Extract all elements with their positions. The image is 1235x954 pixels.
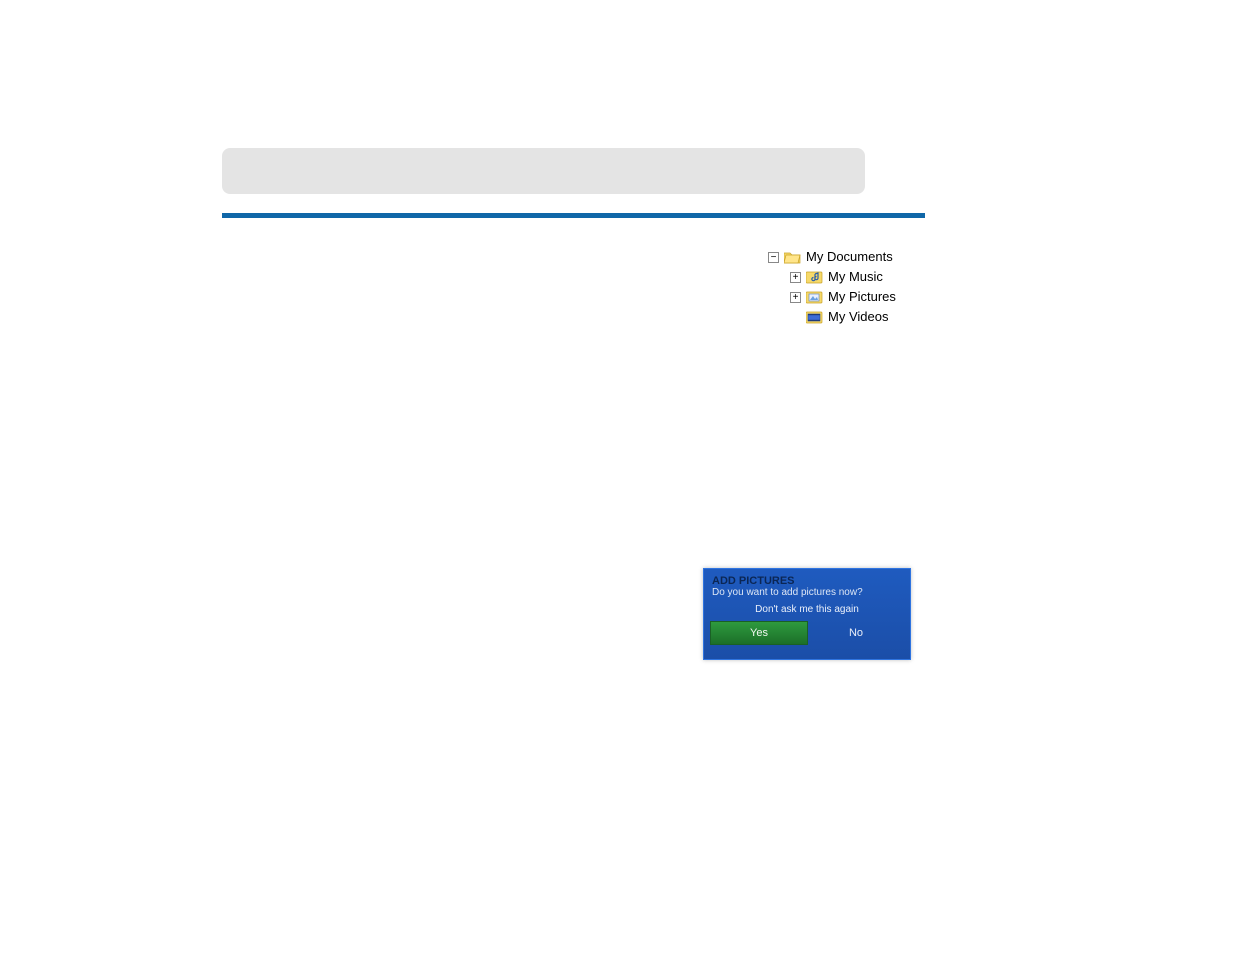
add-pictures-dialog: ADD PICTURES Do you want to add pictures… <box>703 568 911 660</box>
tree-label: My Videos <box>828 307 888 327</box>
dialog-subtitle: Do you want to add pictures now? <box>704 587 910 598</box>
music-folder-icon <box>806 270 823 284</box>
tree-label: My Music <box>828 267 883 287</box>
grey-bar <box>222 148 865 194</box>
dialog-buttons: Yes No <box>710 621 904 645</box>
tree-node-my-pictures[interactable]: + My Pictures <box>790 287 896 307</box>
expander-icon[interactable]: + <box>790 272 801 283</box>
videos-folder-icon <box>806 310 823 324</box>
expander-icon[interactable]: − <box>768 252 779 263</box>
tree-node-my-music[interactable]: + My Music <box>790 267 896 287</box>
tree-node-my-documents[interactable]: − My Documents <box>768 247 896 267</box>
folder-tree: − My Documents + My Music + <box>768 247 896 327</box>
expander-spacer <box>790 312 801 323</box>
yes-button[interactable]: Yes <box>710 621 808 645</box>
dont-ask-again-checkbox[interactable]: Don't ask me this again <box>704 598 910 621</box>
expander-icon[interactable]: + <box>790 292 801 303</box>
no-button[interactable]: No <box>808 621 904 645</box>
pictures-folder-icon <box>806 290 823 304</box>
blue-rule <box>222 213 925 218</box>
dialog-title: ADD PICTURES <box>704 572 910 587</box>
folder-open-icon <box>784 250 801 264</box>
tree-label: My Documents <box>806 247 893 267</box>
tree-label: My Pictures <box>828 287 896 307</box>
tree-node-my-videos[interactable]: My Videos <box>790 307 896 327</box>
